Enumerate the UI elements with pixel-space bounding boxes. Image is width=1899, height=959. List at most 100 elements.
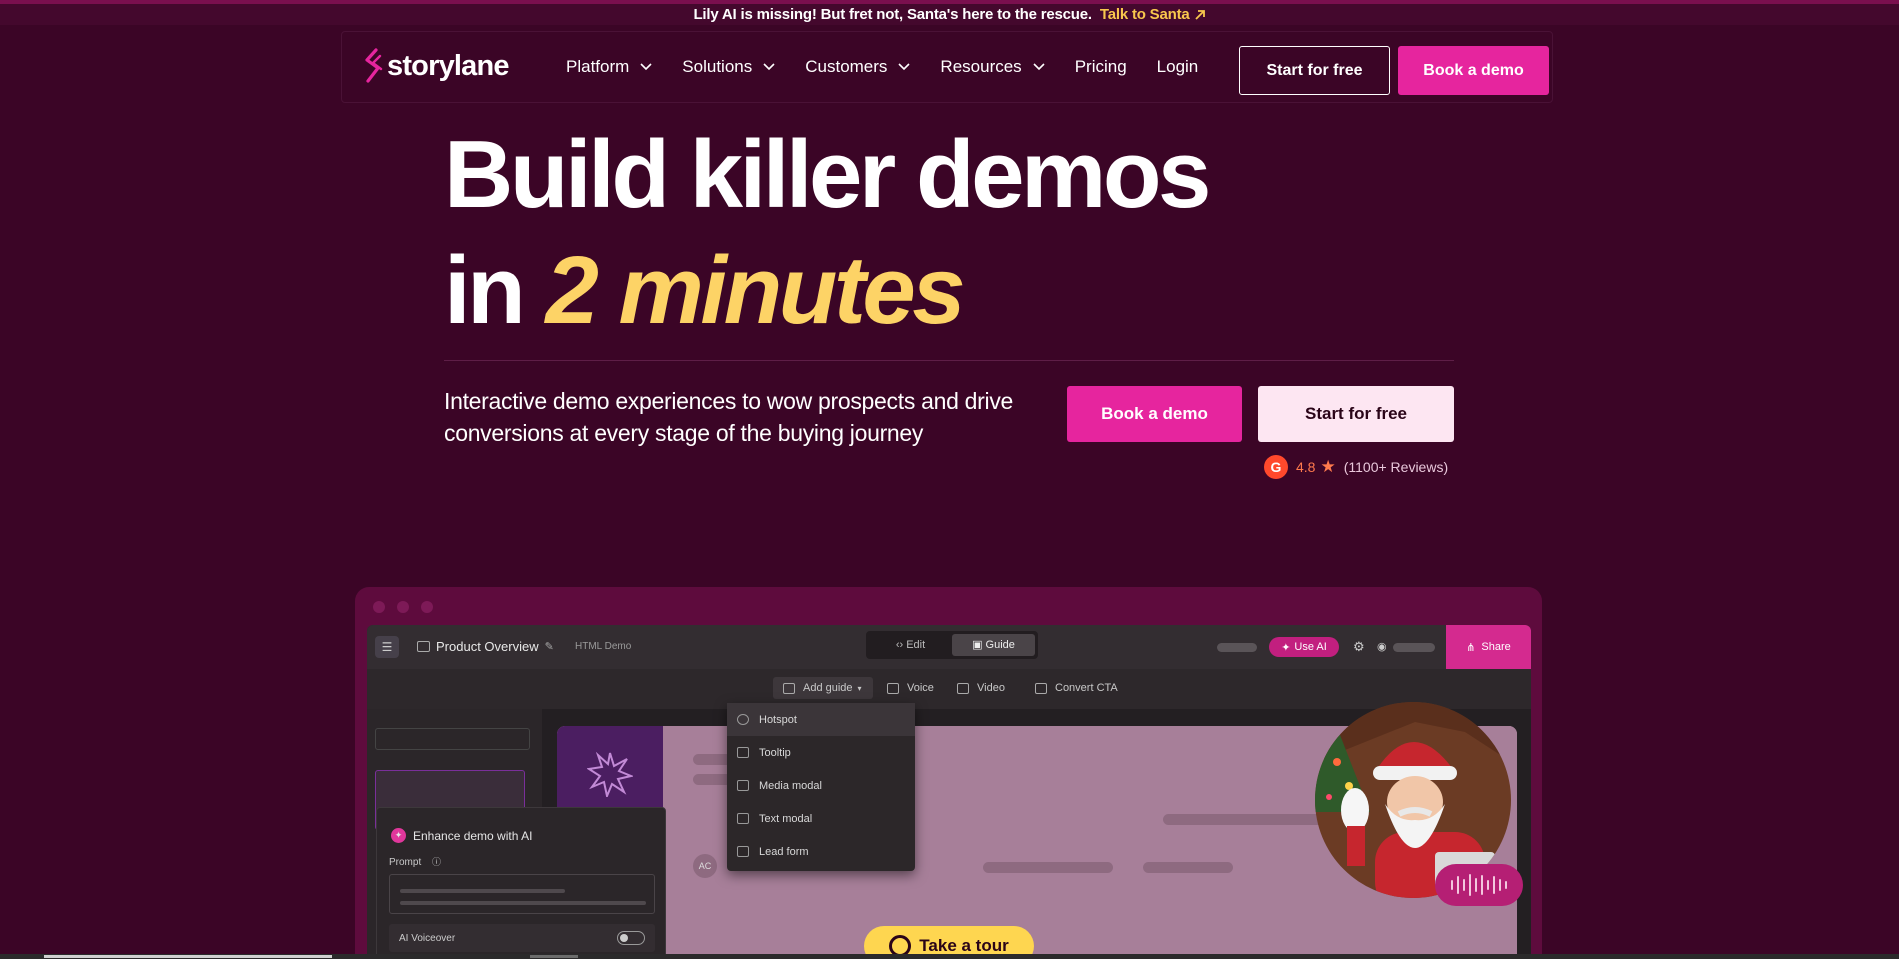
scrollbar-segment xyxy=(530,955,578,958)
tab-guide[interactable]: ▣ Guide xyxy=(952,634,1035,656)
mode-switch: ‹› Edit ▣ Guide xyxy=(866,631,1038,659)
convert-cta-button[interactable]: Convert CTA xyxy=(1035,682,1118,694)
announcement-message: Lily AI is missing! But fret not, Santa'… xyxy=(693,6,1092,23)
menu-item-label: Lead form xyxy=(759,845,809,858)
chevron-down-icon xyxy=(1033,63,1045,71)
hero-title-line2: in 2 minutes xyxy=(444,233,1208,349)
tab-guide-label: Guide xyxy=(985,639,1015,651)
media-icon xyxy=(737,780,749,791)
hero-book-demo-button[interactable]: Book a demo xyxy=(1067,386,1242,442)
use-ai-label: Use AI xyxy=(1294,641,1327,653)
nav-item-platform[interactable]: Platform xyxy=(566,57,652,77)
main-nav: storylane Platform Solutions Customers R… xyxy=(341,31,1553,103)
nav-item-login[interactable]: Login xyxy=(1157,57,1199,77)
talk-to-santa-label: Talk to Santa xyxy=(1099,6,1190,23)
editor-toolbar: Add guide ▾ Voice Video Convert CTA xyxy=(367,669,1531,709)
hero-title-accent: 2 minutes xyxy=(545,237,965,344)
ai-voiceover-row: AI Voiceover xyxy=(389,924,655,952)
menu-item-label: Media modal xyxy=(759,779,822,792)
cursor-icon xyxy=(1035,682,1047,694)
horizontal-scrollbar[interactable] xyxy=(0,954,1899,959)
enhance-ai-panel: ✦ Enhance demo with AI Prompt ⓘ AI Voice… xyxy=(376,807,666,959)
placeholder-line xyxy=(1143,862,1233,873)
eye-icon[interactable]: ◉ xyxy=(1377,640,1387,653)
voice-button[interactable]: Voice xyxy=(887,682,934,694)
hero-title: Build killer demos in 2 minutes xyxy=(444,117,1211,349)
window-dots xyxy=(373,601,445,613)
add-guide-button[interactable]: Add guide ▾ xyxy=(783,682,862,694)
nav-item-label: Resources xyxy=(940,57,1022,76)
audio-wave-icon xyxy=(1435,864,1523,906)
share-icon: ⋔ xyxy=(1466,641,1476,654)
scrollbar-thumb[interactable] xyxy=(44,955,332,958)
placeholder-pill xyxy=(1393,643,1435,652)
book-a-demo-button[interactable]: Book a demo xyxy=(1398,46,1549,95)
pencil-icon: ✎ xyxy=(544,641,554,653)
rating-score: 4.8 xyxy=(1296,459,1316,475)
gear-icon[interactable]: ⚙ xyxy=(1353,639,1365,655)
hero-title-line1: Build killer demos xyxy=(444,121,1211,228)
talk-to-santa-link[interactable]: Talk to Santa xyxy=(1100,6,1206,23)
menu-icon[interactable]: ☰ xyxy=(375,636,399,658)
announcement-bar: Lily AI is missing! But fret not, Santa'… xyxy=(0,0,1899,25)
nav-item-label: Pricing xyxy=(1074,57,1127,76)
code-icon: ‹› xyxy=(895,639,904,651)
menu-item-media-modal[interactable]: Media modal xyxy=(727,769,915,802)
menu-item-lead-form[interactable]: Lead form xyxy=(727,835,915,868)
tab-edit[interactable]: ‹› Edit xyxy=(869,634,952,656)
start-for-free-button[interactable]: Start for free xyxy=(1239,46,1390,95)
share-button[interactable]: ⋔ Share xyxy=(1446,625,1531,669)
nav-item-label: Login xyxy=(1156,57,1199,76)
storylane-logo-icon xyxy=(365,48,383,83)
editor-topbar: ☰ Product Overview ✎ HTML Demo ‹› Edit ▣… xyxy=(367,625,1531,669)
take-a-tour-label: Take a tour xyxy=(919,936,1009,955)
placeholder-line xyxy=(983,862,1113,873)
logo-text: storylane xyxy=(387,49,510,82)
guide-icon: ▣ xyxy=(972,639,983,651)
storylane-logo[interactable]: storylane xyxy=(362,48,510,84)
nav-item-resources[interactable]: Resources xyxy=(940,57,1045,77)
use-ai-button[interactable]: ✦ Use AI xyxy=(1269,637,1339,657)
menu-item-label: Text modal xyxy=(759,812,813,825)
prompt-input[interactable] xyxy=(389,874,655,914)
nav-item-label: Platform xyxy=(566,57,630,76)
video-label: Video xyxy=(977,682,1005,694)
nav-item-label: Solutions xyxy=(682,57,753,76)
hero-start-free-button[interactable]: Start for free xyxy=(1258,386,1454,442)
chevron-down-icon: ▾ xyxy=(857,683,862,693)
hero-divider xyxy=(444,360,1454,361)
ai-voiceover-label: AI Voiceover xyxy=(399,933,456,944)
tooltip-icon xyxy=(737,747,749,758)
enhance-title-text: Enhance demo with AI xyxy=(413,828,533,843)
nav-item-solutions[interactable]: Solutions xyxy=(682,57,775,77)
voice-label: Voice xyxy=(907,682,934,694)
doc-title[interactable]: Product Overview ✎ xyxy=(417,639,554,654)
text-icon xyxy=(737,813,749,824)
nav-item-label: Customers xyxy=(805,57,888,76)
g2-rating[interactable]: G 4.8 ★ (1100+ Reviews) xyxy=(1264,455,1448,479)
chevron-down-icon xyxy=(640,63,652,71)
star-icon: ★ xyxy=(1320,457,1336,476)
steps-header[interactable] xyxy=(375,728,530,750)
video-button[interactable]: Video xyxy=(957,682,1005,694)
hero-title-prefix: in xyxy=(444,237,526,344)
doc-subtitle: HTML Demo xyxy=(575,641,632,652)
camera-icon xyxy=(887,682,899,694)
form-icon xyxy=(737,846,749,857)
nav-menu: Platform Solutions Customers Resources P… xyxy=(566,32,1228,102)
share-label: Share xyxy=(1481,641,1511,653)
doc-icon xyxy=(417,641,430,652)
ai-voiceover-toggle[interactable] xyxy=(617,931,645,945)
prompt-label: Prompt ⓘ xyxy=(389,855,441,868)
menu-item-text-modal[interactable]: Text modal xyxy=(727,802,915,835)
guide-type-menu: Hotspot Tooltip Media modal Text modal L… xyxy=(727,703,915,871)
target-icon xyxy=(737,714,749,725)
menu-item-hotspot[interactable]: Hotspot xyxy=(727,703,915,736)
nav-item-customers[interactable]: Customers xyxy=(805,57,910,77)
placeholder-pill xyxy=(1217,643,1257,652)
nav-item-pricing[interactable]: Pricing xyxy=(1075,57,1127,77)
menu-item-tooltip[interactable]: Tooltip xyxy=(727,736,915,769)
sparkle-icon: ✦ xyxy=(391,828,406,843)
menu-item-label: Hotspot xyxy=(759,713,797,726)
convert-cta-label: Convert CTA xyxy=(1055,682,1118,694)
